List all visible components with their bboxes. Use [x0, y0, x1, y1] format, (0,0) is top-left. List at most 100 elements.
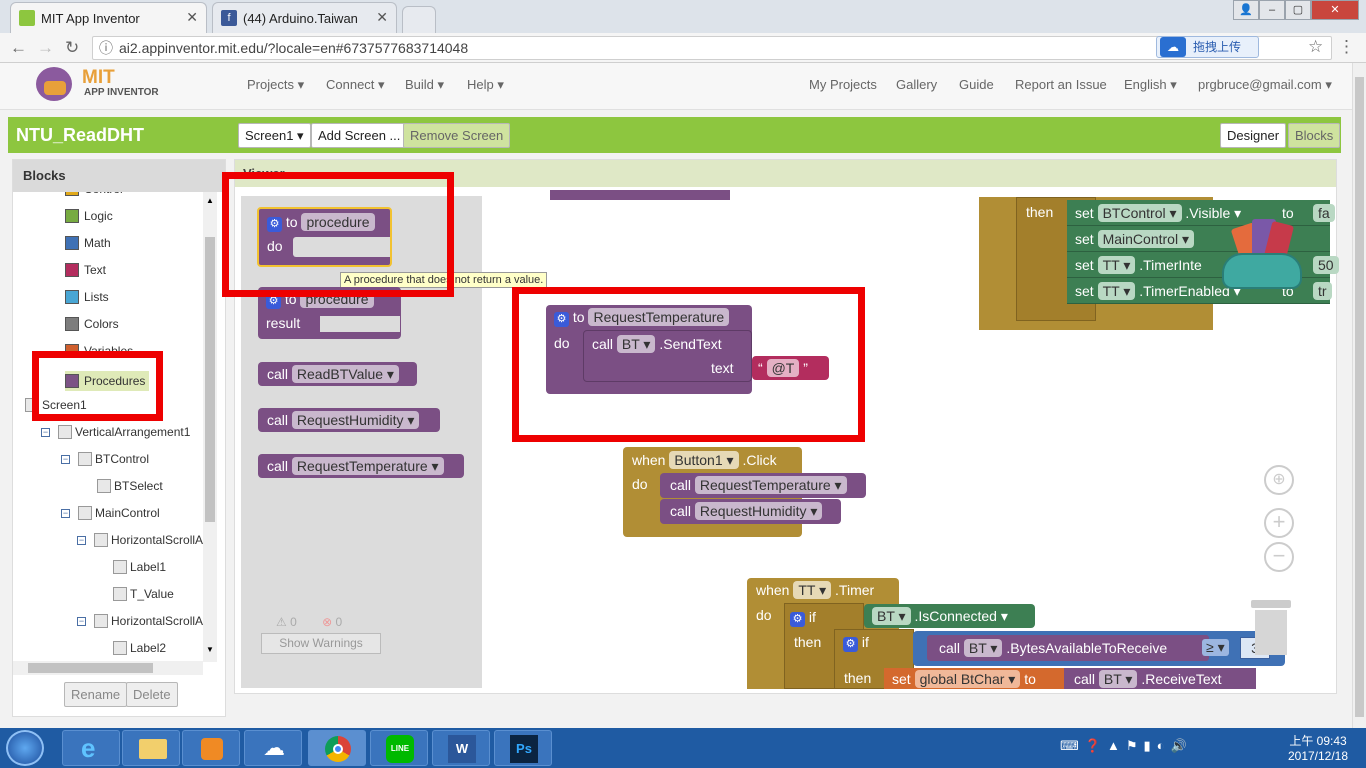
builtin-logic[interactable]: Logic — [65, 209, 113, 223]
word-icon[interactable]: W — [432, 730, 490, 766]
menu-connect[interactable]: Connect ▾ — [326, 77, 385, 93]
menu-language[interactable]: English ▾ — [1124, 77, 1177, 93]
value-field[interactable]: tr — [1313, 282, 1332, 300]
component-label2[interactable]: Label2 — [113, 641, 166, 655]
variable-dropdown[interactable]: global BtChar ▾ — [914, 670, 1021, 688]
delete-button[interactable]: Delete — [126, 682, 178, 707]
baidu-cloud-icon[interactable]: ☁ — [244, 730, 302, 766]
property-dropdown[interactable]: .TimerInte — [1139, 257, 1202, 273]
call-requesthumidity-block[interactable]: call RequestHumidity ▾ — [258, 408, 440, 432]
partial-block[interactable] — [550, 190, 730, 200]
blocks-button[interactable]: Blocks — [1288, 123, 1341, 148]
tree-vertical-scrollbar[interactable]: ▲ ▼ — [203, 192, 217, 662]
tab-app-inventor[interactable]: MIT App Inventor ✕ — [10, 2, 207, 33]
link-guide[interactable]: Guide — [959, 77, 994, 92]
value-field[interactable]: 50 — [1313, 256, 1339, 274]
reload-icon[interactable]: ↻ — [65, 38, 79, 58]
call-bytesavailable-block[interactable]: call BT ▾ .BytesAvailableToReceive — [927, 635, 1209, 661]
bookmark-star-icon[interactable]: ☆ — [1308, 37, 1323, 57]
screen-dropdown[interactable]: Screen1 ▾ — [238, 123, 311, 148]
component-dropdown[interactable]: TT ▾ — [1097, 282, 1136, 300]
menu-build[interactable]: Build ▾ — [405, 77, 444, 93]
trash-icon[interactable] — [1251, 600, 1291, 655]
new-tab-button[interactable] — [402, 6, 436, 33]
remove-screen-button[interactable]: Remove Screen — [403, 123, 511, 148]
clock[interactable]: 上午 09:43 2017/12/18 — [1278, 732, 1358, 763]
property-label[interactable]: .IsConnected ▾ — [914, 608, 1007, 624]
show-warnings-button[interactable]: Show Warnings — [261, 633, 381, 654]
designer-button[interactable]: Designer — [1220, 123, 1287, 148]
call-readbtvalue-block[interactable]: call ReadBTValue ▾ — [258, 362, 417, 386]
recenter-icon[interactable]: ⊕ — [1264, 465, 1294, 495]
media-player-icon[interactable] — [182, 730, 240, 766]
menu-help[interactable]: Help ▾ — [467, 77, 504, 93]
add-screen-button[interactable]: Add Screen ... — [311, 123, 408, 148]
ie-icon[interactable]: e — [62, 730, 120, 766]
collapse-icon[interactable]: − — [61, 454, 70, 464]
call-requesttemperature-block[interactable]: call RequestTemperature ▾ — [258, 454, 464, 478]
zoom-out-icon[interactable]: − — [1264, 542, 1294, 572]
forward-icon[interactable]: → — [37, 38, 54, 58]
close-tab-icon[interactable]: ✕ — [376, 9, 388, 26]
component-maincontrol[interactable]: − MainControl — [61, 506, 160, 520]
backpack-icon[interactable] — [1222, 213, 1302, 293]
component-t_value[interactable]: T_Value — [113, 587, 174, 601]
component-dropdown[interactable]: BT ▾ — [1098, 670, 1138, 688]
procedure-dropdown[interactable]: RequestHumidity ▾ — [291, 411, 420, 429]
call-receivetext-block[interactable]: call BT ▾ .ReceiveText — [1064, 668, 1256, 689]
file-explorer-icon[interactable] — [122, 730, 180, 766]
builtin-math[interactable]: Math — [65, 236, 111, 250]
user-icon[interactable]: 👤 — [1233, 0, 1259, 20]
line-app-icon[interactable]: LINE — [370, 730, 428, 766]
call-requesthumidity-block[interactable]: call RequestHumidity ▾ — [660, 499, 841, 524]
close-tab-icon[interactable]: ✕ — [186, 9, 198, 26]
start-button-icon[interactable] — [6, 730, 44, 766]
minimize-icon[interactable]: – — [1259, 0, 1285, 20]
component-dropdown[interactable]: TT ▾ — [793, 581, 832, 599]
procedure-dropdown[interactable]: ReadBTValue ▾ — [291, 365, 399, 383]
zoom-in-icon[interactable]: + — [1264, 508, 1294, 538]
scroll-down-icon[interactable]: ▼ — [206, 645, 214, 654]
call-requesttemperature-block[interactable]: call RequestTemperature ▾ — [660, 473, 866, 498]
upload-plugin-button[interactable]: ☁ 拖拽上传 — [1156, 36, 1259, 58]
close-window-icon[interactable]: ✕ — [1311, 0, 1359, 20]
component-dropdown[interactable]: BTControl ▾ — [1097, 204, 1182, 222]
link-gallery[interactable]: Gallery — [896, 77, 937, 92]
rename-button[interactable]: Rename — [64, 682, 128, 707]
bt-isconnected-block[interactable]: BT ▾ .IsConnected ▾ — [864, 604, 1035, 628]
builtin-control[interactable]: Control — [65, 192, 123, 196]
component-btselect[interactable]: BTSelect — [97, 479, 163, 493]
builtin-lists[interactable]: Lists — [65, 290, 109, 304]
system-tray-icons[interactable]: ⌨❓▲⚑▮◐🔊 — [1060, 738, 1193, 754]
procedure-dropdown[interactable]: RequestHumidity ▾ — [694, 502, 823, 520]
component-horizontalscrolla[interactable]: − HorizontalScrollA — [77, 614, 203, 628]
builtin-text[interactable]: Text — [65, 263, 106, 277]
maximize-icon[interactable]: ▢ — [1285, 0, 1311, 20]
component-label1[interactable]: Label1 — [113, 560, 166, 574]
back-icon[interactable]: ← — [10, 38, 27, 58]
operator-dropdown[interactable]: ≥ ▾ — [1202, 639, 1229, 656]
photoshop-icon[interactable]: Ps — [494, 730, 552, 766]
tab-arduino[interactable]: f (44) Arduino.Taiwan ✕ — [212, 2, 397, 33]
scroll-up-icon[interactable]: ▲ — [206, 196, 214, 205]
builtin-colors[interactable]: Colors — [65, 317, 119, 331]
menu-projects[interactable]: Projects ▾ — [247, 77, 304, 93]
set-global-block[interactable]: set global BtChar ▾ to — [884, 668, 1072, 689]
collapse-icon[interactable]: − — [77, 616, 86, 626]
value-field[interactable]: fa — [1313, 204, 1335, 222]
component-dropdown[interactable]: Button1 ▾ — [669, 451, 739, 469]
tree-horizontal-scrollbar[interactable] — [13, 661, 203, 675]
app-inventor-logo-icon[interactable] — [36, 67, 72, 101]
chrome-icon[interactable] — [308, 730, 366, 766]
link-report-issue[interactable]: Report an Issue — [1015, 77, 1107, 92]
url-input[interactable]: ⓘ ai2.appinventor.mit.edu/?locale=en#673… — [92, 36, 1332, 60]
component-verticalarrangement1[interactable]: − VerticalArrangement1 — [41, 425, 190, 439]
compare-block[interactable]: call BT ▾ .BytesAvailableToReceive ≥ ▾ 3 — [913, 631, 1285, 666]
collapse-icon[interactable]: − — [61, 508, 70, 518]
menu-icon[interactable]: ⋮ — [1338, 37, 1355, 57]
component-horizontalscrolla[interactable]: − HorizontalScrollA — [77, 533, 203, 547]
collapse-icon[interactable]: − — [77, 535, 86, 545]
page-scrollbar[interactable] — [1352, 63, 1366, 728]
component-dropdown[interactable]: TT ▾ — [1097, 256, 1136, 274]
procedure-dropdown[interactable]: RequestTemperature ▾ — [694, 476, 847, 494]
